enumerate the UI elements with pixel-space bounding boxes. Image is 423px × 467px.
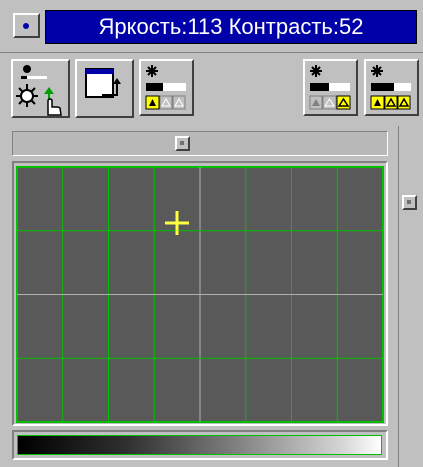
- auto-brightness-button[interactable]: [11, 59, 70, 118]
- vertical-slider[interactable]: [398, 126, 423, 467]
- window-title: Яркость:113 Контрасть:52: [45, 10, 417, 44]
- horizontal-slider[interactable]: [12, 131, 388, 156]
- horizontal-slider-thumb[interactable]: [175, 136, 190, 151]
- grayscale-gradient-bar: [17, 435, 382, 455]
- curve-grid[interactable]: [14, 163, 386, 424]
- brightness-preset-icon: [145, 65, 186, 110]
- system-menu-button[interactable]: [13, 13, 40, 38]
- brightness-preset-icon: [309, 65, 351, 110]
- vertical-slider-thumb[interactable]: [402, 195, 417, 210]
- system-menu-icon: [23, 23, 29, 29]
- brightness-pointer-icon: [16, 65, 62, 116]
- brightness-preset-icon: [370, 65, 411, 110]
- apply-window-button[interactable]: [75, 59, 134, 118]
- brightness-preset-high-button[interactable]: [364, 59, 419, 116]
- window-arrow-icon: [85, 68, 121, 98]
- brightness-preset-mid-button[interactable]: [303, 59, 358, 116]
- title-bar: Яркость:113 Контрасть:52: [0, 0, 423, 49]
- curve-panel: [12, 161, 388, 426]
- brightness-preset-low-button[interactable]: [139, 59, 194, 116]
- toolbar: [0, 52, 423, 122]
